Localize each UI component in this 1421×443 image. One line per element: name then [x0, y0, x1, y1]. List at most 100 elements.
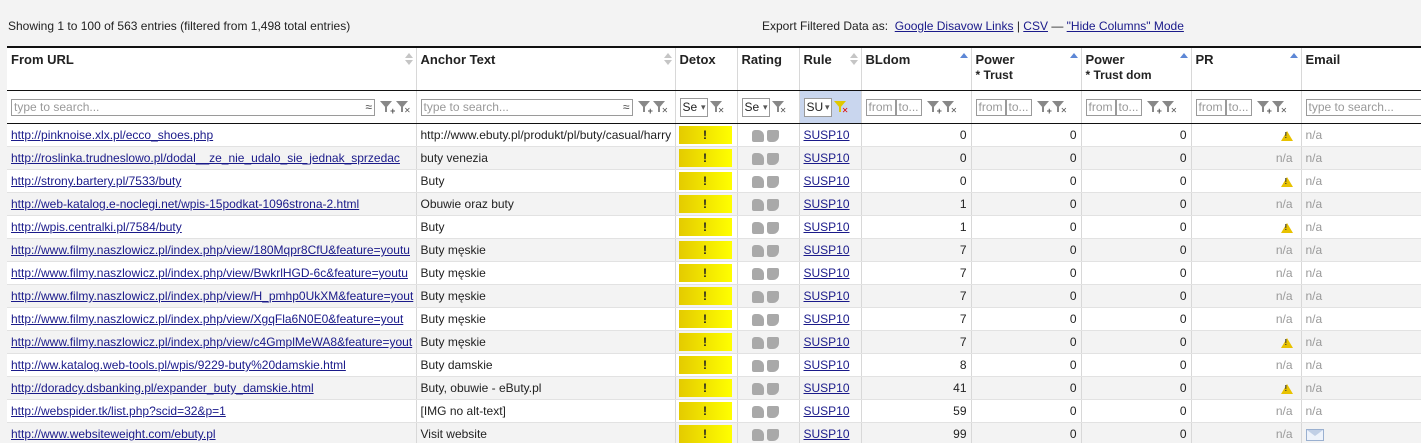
rule-link[interactable]: SUSP10: [804, 220, 850, 234]
thumbs-down-icon[interactable]: [766, 382, 779, 395]
detox-badge[interactable]: !: [678, 241, 732, 259]
thumbs-up-icon[interactable]: [751, 313, 764, 326]
filter-clear-icon[interactable]: ✕: [1052, 100, 1067, 115]
power-trust-from-input[interactable]: from: [975, 98, 1006, 116]
from-url-link[interactable]: http://www.filmy.naszlowicz.pl/index.php…: [11, 335, 412, 349]
sort-asc-icon[interactable]: [1179, 53, 1188, 66]
thumbs-down-icon[interactable]: [766, 198, 779, 211]
filter-clear-icon[interactable]: ✕: [395, 100, 411, 115]
thumbs-down-icon[interactable]: [766, 152, 779, 165]
power-trust-dom-from-input[interactable]: from: [1085, 98, 1116, 116]
col-header-from-url[interactable]: From URL: [7, 46, 417, 91]
thumbs-up-icon[interactable]: [751, 267, 764, 280]
detox-badge[interactable]: !: [678, 218, 732, 236]
from-url-link[interactable]: http://wpis.centralki.pl/7584/buty: [11, 220, 182, 234]
thumbs-up-icon[interactable]: [751, 198, 764, 211]
from-url-link[interactable]: http://doradcy.dsbanking.pl/expander_but…: [11, 381, 314, 395]
google-disavow-link[interactable]: Google Disavow Links: [895, 19, 1014, 33]
thumbs-down-icon[interactable]: [766, 336, 779, 349]
rule-link[interactable]: SUSP10: [804, 128, 850, 142]
from-url-link[interactable]: http://www.filmy.naszlowicz.pl/index.php…: [11, 289, 413, 303]
thumbs-down-icon[interactable]: [766, 244, 779, 257]
power-trust-to-input[interactable]: to...: [1005, 98, 1032, 116]
filter-add-icon[interactable]: +: [1146, 100, 1162, 116]
filter-add-icon[interactable]: +: [1036, 100, 1052, 116]
col-header-email[interactable]: Email: [1301, 46, 1421, 91]
sort-asc-icon[interactable]: [1069, 53, 1078, 66]
detox-badge[interactable]: !: [678, 379, 732, 397]
from-url-link[interactable]: http://www.websiteweight.com/ebuty.pl: [11, 427, 216, 441]
email-search-input[interactable]: type to search...: [1305, 98, 1421, 116]
thumbs-down-icon[interactable]: [766, 428, 779, 441]
from-url-link[interactable]: http://www.filmy.naszlowicz.pl/index.php…: [11, 312, 403, 326]
rating-select[interactable]: Se: [741, 97, 770, 117]
from-url-link[interactable]: http://webspider.tk/list.php?scid=32&p=1: [11, 404, 226, 418]
thumbs-up-icon[interactable]: [751, 175, 764, 188]
filter-clear-icon[interactable]: ✕: [709, 100, 725, 115]
from-url-link[interactable]: http://ww.katalog.web-tools.pl/wpis/9229…: [11, 358, 346, 372]
thumbs-down-icon[interactable]: [766, 290, 779, 303]
rule-link[interactable]: SUSP10: [804, 174, 850, 188]
rule-link[interactable]: SUSP10: [804, 381, 850, 395]
from-url-link[interactable]: http://www.filmy.naszlowicz.pl/index.php…: [11, 266, 408, 280]
thumbs-down-icon[interactable]: [766, 267, 779, 280]
rule-select[interactable]: SU: [803, 97, 832, 117]
sort-icon[interactable]: [404, 53, 413, 66]
rule-link[interactable]: SUSP10: [804, 197, 850, 211]
thumbs-up-icon[interactable]: [751, 129, 764, 142]
from-url-link[interactable]: http://www.filmy.naszlowicz.pl/index.php…: [11, 243, 410, 257]
rule-link[interactable]: SUSP10: [804, 243, 850, 257]
thumbs-up-icon[interactable]: [751, 382, 764, 395]
sort-asc-icon[interactable]: [959, 53, 968, 66]
envelope-icon[interactable]: [1305, 428, 1324, 441]
filter-add-icon[interactable]: +: [637, 100, 653, 116]
col-header-power-trust[interactable]: Power * Trust: [971, 46, 1082, 91]
detox-badge[interactable]: !: [678, 402, 732, 420]
detox-badge[interactable]: !: [678, 310, 732, 328]
filter-clear-icon[interactable]: ✕: [942, 100, 957, 115]
thumbs-up-icon[interactable]: [751, 405, 764, 418]
thumbs-up-icon[interactable]: [751, 428, 764, 441]
rule-link[interactable]: SUSP10: [804, 335, 850, 349]
detox-badge[interactable]: !: [678, 195, 732, 213]
rule-link[interactable]: SUSP10: [804, 358, 850, 372]
bldom-to-input[interactable]: to...: [895, 98, 922, 116]
detox-badge[interactable]: !: [678, 356, 732, 374]
csv-link[interactable]: CSV: [1023, 19, 1048, 33]
thumbs-up-icon[interactable]: [751, 152, 764, 165]
thumbs-up-icon[interactable]: [751, 359, 764, 372]
sort-icon[interactable]: [663, 53, 672, 66]
col-header-bldom[interactable]: BLdom: [861, 46, 972, 91]
pr-from-input[interactable]: from: [1195, 98, 1226, 116]
filter-clear-icon[interactable]: ✕: [653, 100, 668, 115]
thumbs-up-icon[interactable]: [751, 336, 764, 349]
from-url-link[interactable]: http://pinknoise.xlx.pl/ecco_shoes.php: [11, 128, 213, 142]
filter-clear-icon[interactable]: ✕: [1162, 100, 1177, 115]
detox-select[interactable]: Se: [679, 97, 708, 117]
from-url-link[interactable]: http://web-katalog.e-noclegi.net/wpis-15…: [11, 197, 359, 211]
sort-icon[interactable]: [849, 53, 858, 66]
detox-badge[interactable]: !: [678, 172, 732, 190]
col-header-pr[interactable]: PR: [1191, 46, 1302, 91]
thumbs-down-icon[interactable]: [766, 405, 779, 418]
col-header-detox[interactable]: Detox: [675, 46, 738, 91]
filter-clear-icon[interactable]: ✕: [771, 100, 787, 115]
col-header-rule[interactable]: Rule: [799, 46, 862, 91]
thumbs-down-icon[interactable]: [766, 221, 779, 234]
rule-link[interactable]: SUSP10: [804, 427, 850, 441]
thumbs-up-icon[interactable]: [751, 221, 764, 234]
pr-to-input[interactable]: to...: [1225, 98, 1252, 116]
from-url-link[interactable]: http://strony.bartery.pl/7533/buty: [11, 174, 181, 188]
from-url-search-input[interactable]: type to search... ≈: [11, 98, 375, 116]
from-url-link[interactable]: http://roslinka.trudneslowo.pl/dodal__ze…: [11, 151, 400, 165]
filter-clear-icon[interactable]: ✕: [1272, 100, 1287, 115]
hide-columns-link[interactable]: "Hide Columns" Mode: [1067, 19, 1184, 33]
rule-link[interactable]: SUSP10: [804, 404, 850, 418]
filter-add-icon[interactable]: +: [926, 100, 942, 116]
filter-active-clear-icon[interactable]: ✕: [833, 100, 849, 115]
rule-link[interactable]: SUSP10: [804, 266, 850, 280]
thumbs-up-icon[interactable]: [751, 244, 764, 257]
thumbs-down-icon[interactable]: [766, 175, 779, 188]
filter-add-icon[interactable]: +: [1256, 100, 1272, 116]
col-header-anchor-text[interactable]: Anchor Text: [416, 46, 676, 91]
